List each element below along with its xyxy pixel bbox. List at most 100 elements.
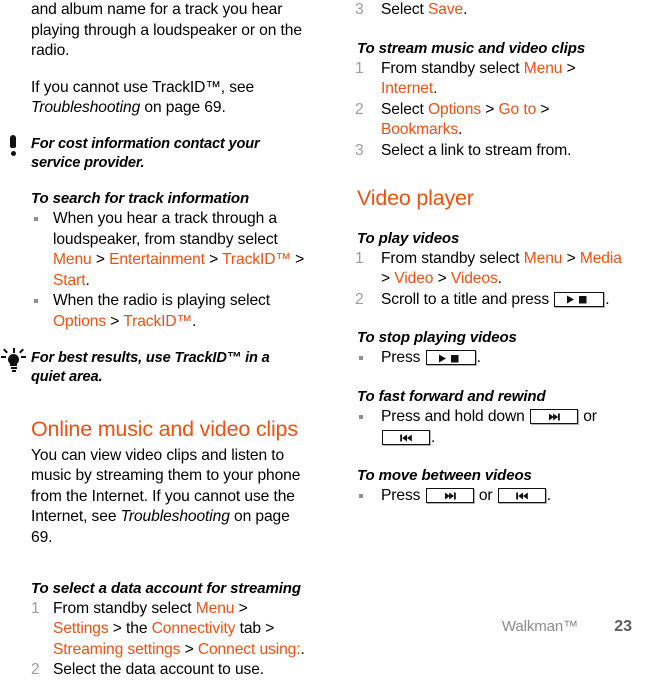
step-tail: . <box>300 640 305 658</box>
step-lead: From standby select <box>381 59 524 77</box>
cannot-use-tail: on page 69. <box>140 99 226 117</box>
list-item: 2 Scroll to a title and press . <box>355 290 630 311</box>
online-music-paragraph: You can view video clips and listen to m… <box>31 446 306 549</box>
page-footer: Walkman™ 23 <box>0 618 648 640</box>
proc-play-steps: 1 From standby select Menu > Media > Vide… <box>355 249 630 311</box>
proc-search-bullets: When you hear a track through a loudspea… <box>31 209 306 333</box>
proc-heading-stream-music: To stream music and video clips <box>357 39 586 57</box>
step-text: Select a link to stream from. <box>381 141 572 159</box>
step-number: 2 <box>355 290 364 308</box>
manual-page: and album name for a track you hear play… <box>0 0 648 678</box>
ui-path-save: Save <box>427 1 464 18</box>
bullet-mid: or <box>578 407 597 425</box>
proc-heading-stop-videos: To stop playing videos <box>357 329 517 347</box>
ui-path-streaming-settings: Streaming settings <box>53 640 181 658</box>
next-key-icon <box>529 408 578 424</box>
bullet-tail: . <box>85 271 90 289</box>
note-cost-information: For cost information contact your servic… <box>10 134 306 173</box>
ui-path-connect-using: Connect using: <box>197 640 301 658</box>
list-item: Press . <box>357 348 630 369</box>
step-tail: . <box>458 121 463 139</box>
proc-ffrw-bullets: Press and hold down or . <box>357 407 630 448</box>
bullet-dot-icon <box>34 216 38 221</box>
exclamation-icon <box>0 134 26 160</box>
list-item: When the radio is playing select Options… <box>31 291 306 332</box>
ui-path-bookmarks: Bookmarks <box>381 121 459 139</box>
next-key-icon <box>425 488 474 504</box>
step-mid-c: > <box>180 640 198 658</box>
step-text: Select the data account to use. <box>53 661 265 679</box>
bullet-lead: When the radio is playing select <box>53 292 270 310</box>
note-cost-text: For cost information contact your servic… <box>31 135 260 171</box>
proc-move-bullets: Press or . <box>357 486 630 507</box>
lightbulb-icon <box>0 347 26 374</box>
play-stop-key-icon <box>425 350 476 366</box>
list-item: When you hear a track through a loudspea… <box>31 209 306 291</box>
cannot-use-trackid-paragraph: If you cannot use TrackID™, see Troubles… <box>31 78 306 119</box>
bullet-tail: . <box>546 487 551 505</box>
ui-path-menu: Menu <box>53 251 92 269</box>
list-item: 2 Select Options > Go to > Bookmarks. <box>355 100 550 139</box>
note-best-results: For best results, use TrackID™ in a quie… <box>1 347 306 387</box>
list-item: Press or . <box>357 486 630 507</box>
proc-heading-move-between-videos: To move between videos <box>357 467 532 485</box>
ui-path-menu: Menu <box>195 599 235 617</box>
previous-key-icon <box>497 488 546 504</box>
bullet-tail: . <box>192 312 197 330</box>
step-number: 3 <box>355 141 364 159</box>
step-lead: Select <box>381 100 428 118</box>
left-column: and album name for a track you hear play… <box>0 0 324 678</box>
ui-path-start: Start <box>53 271 86 289</box>
right-column: 3 Select Save. To stream music and video … <box>324 0 648 600</box>
proc-heading-data-account: To select a data account for streaming <box>31 579 301 597</box>
bullet-tail: . <box>476 349 481 367</box>
step-number: 3 <box>355 1 364 18</box>
step-number: 1 <box>355 59 364 77</box>
step-tail: . <box>433 80 438 98</box>
step-save-list: 3 Select Save. <box>355 0 630 21</box>
proc-heading-search-track: To search for track information <box>31 189 250 207</box>
footer-page-number: 23 <box>614 618 632 635</box>
bullet-dot-icon <box>359 356 363 361</box>
list-item: Press and hold down or . <box>357 407 630 448</box>
proc-heading-fast-forward-rewind: To fast forward and rewind <box>357 387 546 405</box>
play-stop-key-icon <box>554 291 605 307</box>
list-item: 3 Select a link to stream from. <box>355 141 630 162</box>
ui-path-trackid: TrackID™ <box>222 251 291 269</box>
bullet-mid: or <box>474 487 497 505</box>
list-item: 1 From standby select Menu > Internet. <box>355 59 576 98</box>
footer-chapter-name: Walkman™ <box>501 618 578 635</box>
step-tail: . <box>463 1 468 18</box>
ui-path-options: Options <box>427 100 482 118</box>
proc-stop-bullets: Press . <box>357 348 630 369</box>
step-lead: From standby select <box>53 599 196 617</box>
troubleshooting-reference: Troubleshooting <box>31 99 141 117</box>
cannot-use-lead: If you cannot use TrackID™, see <box>31 78 255 96</box>
step-number: 2 <box>31 661 40 679</box>
proc-heading-play-videos: To play videos <box>357 229 460 247</box>
intro-paragraph: and album name for a track you hear play… <box>31 1 302 60</box>
section-heading-video-player: Video player <box>357 185 474 210</box>
page-columns: and album name for a track you hear play… <box>0 0 648 678</box>
bullet-lead: Press <box>381 487 425 505</box>
step-number: 2 <box>355 100 364 118</box>
step-lead: From standby select <box>381 249 524 267</box>
bullet-lead: Press and hold down <box>381 407 529 425</box>
ui-path-entertainment: Entertainment <box>109 251 205 269</box>
bullet-dot-icon <box>359 494 363 499</box>
ui-path-media: Media <box>579 249 622 267</box>
proc-stream-steps: 1 From standby select Menu > Internet. 2S… <box>355 59 630 162</box>
step-tail: . <box>605 290 610 308</box>
ui-path-options: Options <box>53 312 107 330</box>
ui-path-menu: Menu <box>523 59 563 77</box>
bullet-dot-icon <box>34 299 38 304</box>
bullet-lead: When you hear a track through a loudspea… <box>53 209 278 248</box>
ui-path-trackid: TrackID™ <box>123 312 193 330</box>
bullet-lead: Press <box>381 349 425 367</box>
previous-key-icon <box>382 429 430 445</box>
step-lead: Select <box>381 1 428 18</box>
bullet-dot-icon <box>359 414 363 419</box>
ui-path-video: Video <box>394 270 434 288</box>
step-lead: Scroll to a title and press <box>381 290 554 308</box>
list-item: 2 Select the data account to use. <box>31 660 306 681</box>
